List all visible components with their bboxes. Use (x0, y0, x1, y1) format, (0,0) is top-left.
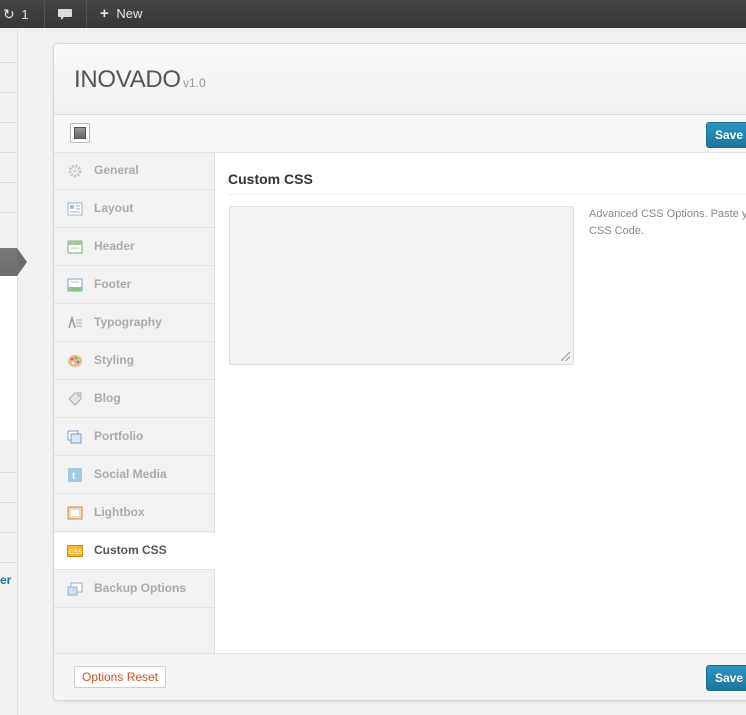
nav-label: Blog (94, 391, 121, 405)
nav-item-general[interactable]: General (54, 153, 214, 190)
field-description: Advanced CSS Options. Paste your CSS Cod… (589, 208, 746, 237)
twitter-icon: t (68, 468, 82, 482)
svg-text:CSS: CSS (69, 549, 83, 556)
save-all-button[interactable]: Save All Changes (706, 122, 746, 148)
options-content: Custom CSS Advanced CSS Options. Paste y… (215, 153, 746, 653)
nav-item-backup-options[interactable]: Backup Options (54, 571, 214, 608)
menu-divider (0, 562, 17, 563)
new-label: New (116, 6, 143, 21)
nav-label: Header (94, 239, 135, 253)
nav-item-layout[interactable]: Layout (54, 191, 214, 228)
nav-item-custom-css[interactable]: CSS Custom CSS (54, 533, 215, 570)
menu-link-partial[interactable]: er (0, 573, 11, 587)
save-all-button-bottom[interactable]: Save All Changes (706, 665, 746, 691)
options-reset-button[interactable]: Options Reset (74, 666, 167, 688)
nav-label: Portfolio (94, 429, 144, 443)
tag-icon (68, 392, 82, 406)
nav-label: Footer (94, 277, 132, 291)
nav-label: Typography (94, 315, 162, 329)
menu-divider (0, 472, 17, 473)
updates-count: 1 (21, 7, 29, 22)
nav-label: Custom CSS (94, 543, 167, 557)
nav-item-typography[interactable]: Typography (54, 305, 214, 342)
nav-label: Social Media (94, 467, 167, 481)
nav-item-social-media[interactable]: t Social Media (54, 457, 214, 494)
header-icon (67, 240, 83, 254)
comments-item[interactable] (57, 0, 73, 28)
options-panel: INOVADO v1.0 Save All Changes General La… (53, 43, 746, 701)
refresh-icon: ↻ (3, 6, 15, 22)
panel-toolbar: Save All Changes (54, 115, 746, 153)
admin-bar-divider (44, 0, 45, 28)
nav-item-blog[interactable]: Blog (54, 381, 214, 418)
css-icon: CSS (67, 545, 83, 557)
nav-label: Styling (94, 353, 135, 367)
section-heading: Custom CSS (228, 171, 313, 187)
typography-icon (68, 316, 82, 329)
menu-divider (0, 182, 17, 183)
layout-icon (67, 202, 83, 216)
nav-item-portfolio[interactable]: Portfolio (54, 419, 214, 456)
nav-item-styling[interactable]: Styling (54, 343, 214, 380)
nav-label: General (94, 163, 139, 177)
nav-label: Layout (94, 201, 134, 215)
palette-icon (68, 355, 82, 367)
admin-bar: ↻ 1 + New (0, 0, 746, 28)
expand-toggle-button[interactable] (70, 123, 90, 143)
menu-item-active[interactable] (0, 248, 17, 276)
panel-header: INOVADO v1.0 (54, 44, 746, 115)
menu-divider (0, 152, 17, 153)
menu-divider (0, 212, 17, 213)
menu-divider (0, 92, 17, 93)
menu-divider (0, 122, 17, 123)
nav-label: Lightbox (94, 505, 145, 519)
expand-icon (74, 127, 86, 139)
updates-item[interactable]: ↻ 1 (3, 0, 29, 28)
options-sidebar: General Layout Header Footer Typography … (54, 153, 215, 653)
admin-bar-divider (86, 0, 87, 28)
backup-icon (67, 582, 83, 596)
nav-label: Backup Options (94, 581, 187, 595)
portfolio-icon (67, 430, 82, 444)
menu-divider (0, 502, 17, 503)
new-content-item[interactable]: + New (100, 0, 142, 28)
submenu-panel (0, 276, 17, 440)
plus-icon: + (100, 5, 109, 22)
menu-divider (0, 62, 17, 63)
theme-title: INOVADO (74, 66, 181, 93)
footer-icon (67, 278, 83, 292)
section-divider (228, 194, 746, 195)
theme-version: v1.0 (183, 76, 206, 90)
comment-bubble-icon (58, 8, 72, 20)
nav-item-lightbox[interactable]: Lightbox (54, 495, 214, 532)
lightbox-icon (67, 506, 83, 520)
panel-footer: Options Reset Save All Changes (54, 653, 746, 700)
resize-grip-icon[interactable] (561, 352, 570, 361)
custom-css-textarea[interactable] (229, 206, 574, 365)
nav-item-footer[interactable]: Footer (54, 267, 214, 304)
menu-active-arrow (17, 248, 27, 276)
gear-icon (68, 164, 82, 178)
menu-divider (0, 532, 17, 533)
nav-item-header[interactable]: Header (54, 229, 214, 266)
